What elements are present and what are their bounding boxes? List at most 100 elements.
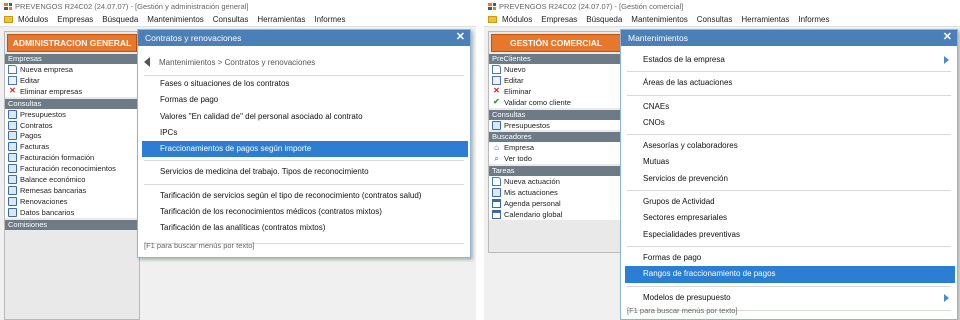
item-label: Facturación reconocimientos [20,164,116,174]
menu-item-mutuas[interactable]: Mutuas [621,154,957,170]
item-label: Agenda personal [504,198,561,208]
item-mis-actuaciones[interactable]: Mis actuaciones [489,187,623,199]
item-renovaciones[interactable]: Renovaciones [5,195,139,207]
item-presupuestos[interactable]: Presupuestos [489,119,623,131]
menu-item-rangos-fraccionamiento-selected[interactable]: Rangos de fraccionamiento de pagos [625,266,955,283]
menu-modulos[interactable]: Módulos [18,15,48,24]
item-label: Balance económico [20,174,86,184]
menu-item-cnos[interactable]: CNOs [621,115,957,131]
query-icon [8,153,17,163]
item-presupuestos[interactable]: Presupuestos [5,108,139,120]
menu-item-servicios-prevencion[interactable]: Servicios de prevención [621,171,957,187]
menu-item-grupos-actividad[interactable]: Grupos de Actividad [621,194,957,210]
delete-icon: ✕ [493,86,500,96]
menu-item-tarificacion-servicios[interactable]: Tarificación de servicios según el tipo … [138,188,470,204]
item-eliminar-empresas[interactable]: ✕ Eliminar empresas [5,85,139,97]
menu-busqueda[interactable]: Búsqueda [102,15,138,24]
building-icon: ⌂ [494,142,499,152]
item-editar[interactable]: Editar [489,74,623,86]
menu-bar: Módulos Empresas Búsqueda Mantenimientos… [0,13,476,27]
item-contratos[interactable]: Contratos [5,119,139,131]
menu-item-areas-actuaciones[interactable]: Áreas de las actuaciones [621,75,957,91]
query-icon [8,185,17,195]
item-label: Pagos [20,131,42,141]
module-header-button[interactable]: GESTIÓN COMERCIAL [491,34,621,52]
back-arrow-icon[interactable] [144,57,150,67]
menu-item-formas-de-pago[interactable]: Formas de pago [621,250,957,266]
popup-title: Contratos y renovaciones [145,33,242,43]
delete-icon: ✕ [9,86,16,96]
item-editar[interactable]: Editar [5,74,139,86]
breadcrumb[interactable]: Mantenimientos > Contratos y renovacione… [138,55,470,69]
query-icon [492,120,501,130]
menu-item-servicios-medicina[interactable]: Servicios de medicina del trabajo. Tipos… [138,164,470,180]
item-pagos[interactable]: Pagos [5,130,139,142]
menu-mantenimientos[interactable]: Mantenimientos [631,15,687,24]
menu-item-asesorias[interactable]: Asesorías y colaboradores [621,138,957,154]
menu-item-valores-en-calidad[interactable]: Valores "En calidad de" del personal aso… [138,109,470,125]
folder-icon [488,16,497,23]
menu-item-tarificacion-reconocimientos[interactable]: Tarificación de los reconocimientos médi… [138,204,470,220]
menu-informes[interactable]: Informes [798,15,829,24]
menu-item-modelos-presupuesto[interactable]: Modelos de presupuesto [621,290,957,306]
menu-empresas[interactable]: Empresas [541,15,577,24]
section-comisiones[interactable]: Comisiones [5,219,139,230]
section-preclientes[interactable]: PreClientes [489,54,623,64]
item-buscar-empresa[interactable]: ⌂ Empresa [489,142,623,154]
folder-icon [4,16,13,23]
item-label: Mis actuaciones [504,188,558,198]
section-consultas[interactable]: Consultas [5,98,139,109]
item-balance-economico[interactable]: Balance económico [5,174,139,185]
item-validar-cliente[interactable]: ✔ Validar como cliente [489,96,623,108]
item-nueva-empresa[interactable]: Nueva empresa [5,64,139,75]
item-remesas-bancarias[interactable]: Remesas bancarias [5,184,139,196]
section-tareas[interactable]: Tareas [489,166,623,177]
section-consultas[interactable]: Consultas [489,109,623,120]
item-facturacion-reconocimientos[interactable]: Facturación reconocimientos [5,163,139,175]
module-header-button[interactable]: ADMINISTRACION GENERAL [7,34,137,52]
menu-item-label: Estados de la empresa [643,55,725,64]
menu-modulos[interactable]: Módulos [502,15,532,24]
close-icon[interactable]: ✕ [456,32,465,43]
item-facturacion-formacion[interactable]: Facturación formación [5,152,139,164]
section-buscadores[interactable]: Buscadores [489,132,623,143]
item-datos-bancarios[interactable]: Datos bancarios [5,206,139,218]
menu-item-tarificacion-analiticas[interactable]: Tarificación de las analíticas (contrato… [138,220,470,236]
menu-empresas[interactable]: Empresas [57,15,93,24]
menu-item-formas-de-pago[interactable]: Formas de pago [138,92,470,108]
breadcrumb-text: Mantenimientos > Contratos y renovacione… [159,57,316,67]
popup-footer-hint: [F1 para buscar menús por texto] [144,241,255,250]
menu-consultas[interactable]: Consultas [213,15,249,24]
menu-busqueda[interactable]: Búsqueda [586,15,622,24]
item-label: Empresa [504,143,535,153]
menu-herramientas[interactable]: Herramientas [257,15,305,24]
query-icon [8,196,17,206]
item-eliminar[interactable]: ✕ Eliminar [489,85,623,97]
item-label: Editar [504,75,524,85]
menu-item-fraccionamientos-selected[interactable]: Fraccionamientos de pagos según importe [142,141,468,158]
menu-item-cnaes[interactable]: CNAEs [621,99,957,115]
item-ver-todo[interactable]: ⌕ Ver todo [489,153,623,165]
menu-herramientas[interactable]: Herramientas [741,15,789,24]
section-empresas[interactable]: Empresas [5,54,139,64]
item-agenda-personal[interactable]: Agenda personal [489,198,623,209]
menu-item-especialidades-preventivas[interactable]: Especialidades preventivas [621,227,957,243]
item-nuevo[interactable]: Nuevo [489,64,623,75]
menu-item-fases-contratos[interactable]: Fases o situaciones de los contratos [138,76,470,92]
menu-item-estados-empresa[interactable]: Estados de la empresa [621,52,957,68]
item-label: Renovaciones [20,196,68,206]
menu-item-ipcs[interactable]: IPCs [138,125,470,141]
divider [627,134,951,136]
item-calendario-global[interactable]: Calendario global [489,208,623,220]
menu-item-sectores-empresariales[interactable]: Sectores empresariales [621,210,957,226]
popup-header: Mantenimientos ✕ [621,30,957,46]
close-icon[interactable]: ✕ [943,32,952,43]
menu-mantenimientos[interactable]: Mantenimientos [147,15,203,24]
new-document-icon [492,177,501,187]
app-logo-icon [4,3,12,10]
menu-informes[interactable]: Informes [314,15,345,24]
menu-consultas[interactable]: Consultas [697,15,733,24]
agenda-icon [492,198,501,208]
item-nueva-actuacion[interactable]: Nueva actuación [489,176,623,188]
item-facturas[interactable]: Facturas [5,141,139,153]
